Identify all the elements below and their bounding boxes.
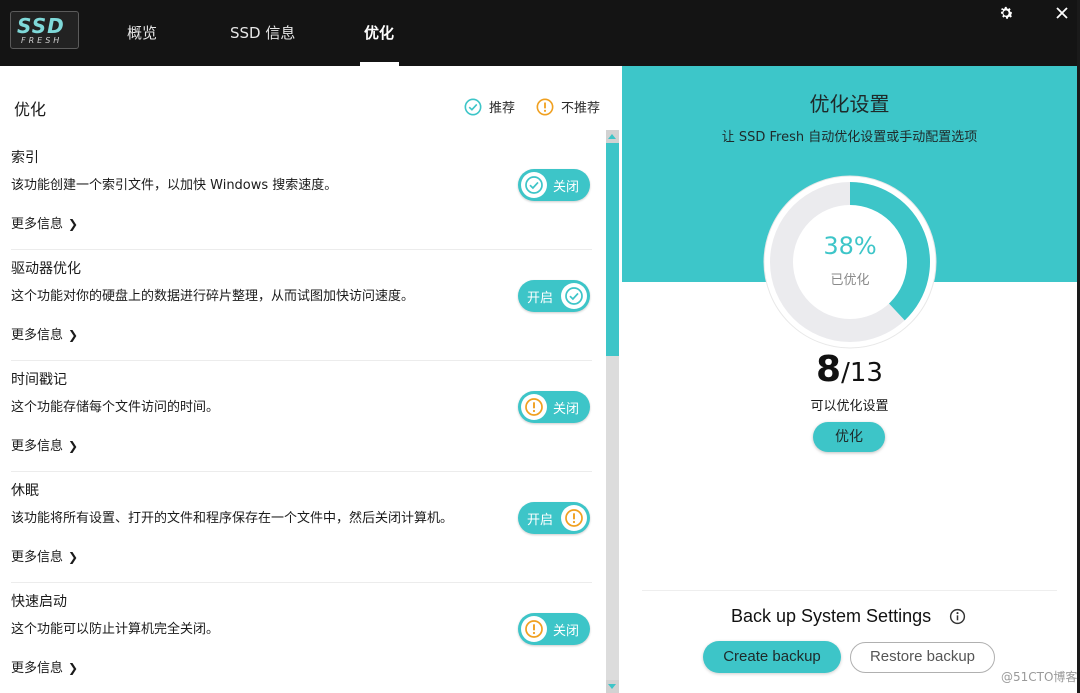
restore-backup-button[interactable]: Restore backup	[850, 642, 995, 673]
scroll-down-arrow-icon[interactable]	[606, 680, 619, 693]
toggle-switch[interactable]: 关闭	[518, 169, 590, 201]
optimized-count: 8/13	[816, 349, 883, 390]
legend-recommended: 推荐	[464, 97, 515, 116]
warning-circle-icon	[525, 398, 543, 416]
app-logo: SSD FRESH	[10, 11, 79, 49]
item-title: 索引	[11, 150, 39, 166]
create-backup-button[interactable]: Create backup	[703, 641, 841, 673]
toggle-switch[interactable]: 关闭	[518, 613, 590, 645]
toggle-switch[interactable]: 关闭	[518, 391, 590, 423]
toggle-label: 关闭	[553, 402, 580, 417]
divider	[642, 590, 1057, 591]
info-icon[interactable]	[949, 608, 966, 625]
check-circle-icon	[525, 176, 543, 194]
toggle-label: 开启	[527, 291, 554, 306]
toggle-label: 开启	[527, 513, 554, 528]
scrollbar[interactable]	[606, 130, 619, 693]
percent-optimized: 38%	[823, 232, 877, 260]
progress-gauge: 38% 已优化	[760, 172, 940, 352]
chevron-right-icon: ❯	[68, 439, 79, 453]
tab-optimize[interactable]: 优化	[364, 22, 394, 43]
panel-title: 优化设置	[809, 92, 890, 116]
more-info-link[interactable]: 更多信息 ❯	[11, 546, 78, 565]
chevron-right-icon: ❯	[68, 217, 79, 231]
item-title: 快速启动	[11, 594, 67, 610]
list-item: 时间戳记 这个功能存储每个文件访问的时间。 关闭 更多信息 ❯	[0, 361, 592, 472]
optimization-list-panel: 优化 推荐 不推荐 索引 该功能创建一个索引文件，以加快 Windows 搜索速…	[0, 66, 620, 693]
tab-ssd-info[interactable]: SSD 信息	[230, 22, 295, 43]
item-description: 该功能将所有设置、打开的文件和程序保存在一个文件中，然后关闭计算机。	[11, 511, 454, 526]
tab-overview[interactable]: 概览	[127, 22, 157, 43]
section-title: 优化	[14, 100, 47, 119]
count-label: 可以优化设置	[810, 399, 889, 414]
watermark: @51CTO博客	[1001, 670, 1078, 684]
top-bar: SSD FRESH 概览 SSD 信息 优化	[0, 0, 1080, 66]
list-item: 休眠 该功能将所有设置、打开的文件和程序保存在一个文件中，然后关闭计算机。 开启…	[0, 472, 592, 583]
warning-circle-icon	[536, 98, 554, 115]
toggle-switch[interactable]: 开启	[518, 502, 590, 534]
close-icon[interactable]	[1053, 4, 1071, 22]
optimize-button[interactable]: 优化	[813, 422, 885, 452]
item-description: 这个功能存储每个文件访问的时间。	[11, 400, 220, 415]
more-info-link[interactable]: 更多信息 ❯	[11, 657, 78, 676]
item-description: 该功能创建一个索引文件，以加快 Windows 搜索速度。	[11, 178, 338, 193]
backup-title: Back up System Settings	[731, 606, 932, 626]
warning-circle-icon	[565, 509, 583, 527]
toggle-switch[interactable]: 开启	[518, 280, 590, 312]
more-info-link[interactable]: 更多信息 ❯	[11, 435, 78, 454]
more-info-link[interactable]: 更多信息 ❯	[11, 213, 78, 232]
item-description: 这个功能可以防止计算机完全关闭。	[11, 622, 220, 637]
panel-subtitle: 让 SSD Fresh 自动优化设置或手动配置选项	[721, 130, 978, 145]
legend-not-recommended: 不推荐	[536, 97, 600, 116]
list-item: 驱动器优化 这个功能对你的硬盘上的数据进行碎片整理，从而试图加快访问速度。 开启…	[0, 250, 592, 361]
list-item: 索引 该功能创建一个索引文件，以加快 Windows 搜索速度。 关闭 更多信息…	[0, 139, 592, 250]
more-info-link[interactable]: 更多信息 ❯	[11, 324, 78, 343]
check-circle-icon	[464, 98, 482, 115]
chevron-right-icon: ❯	[68, 661, 79, 675]
check-circle-icon	[565, 287, 583, 305]
optimization-summary-panel: 优化设置 让 SSD Fresh 自动优化设置或手动配置选项 38% 已优化 8…	[622, 66, 1077, 693]
percent-label: 已优化	[830, 273, 870, 288]
warning-circle-icon	[525, 620, 543, 638]
list-item: 快速启动 这个功能可以防止计算机完全关闭。 关闭 更多信息 ❯	[0, 583, 592, 693]
toggle-label: 关闭	[553, 624, 580, 639]
item-title: 时间戳记	[11, 372, 67, 388]
gear-icon[interactable]	[997, 4, 1015, 22]
chevron-right-icon: ❯	[68, 550, 79, 564]
toggle-label: 关闭	[553, 180, 580, 195]
item-title: 休眠	[11, 483, 39, 499]
scrollbar-thumb[interactable]	[606, 143, 619, 356]
item-title: 驱动器优化	[11, 261, 81, 277]
scroll-up-arrow-icon[interactable]	[606, 130, 619, 143]
item-description: 这个功能对你的硬盘上的数据进行碎片整理，从而试图加快访问速度。	[11, 289, 415, 304]
chevron-right-icon: ❯	[68, 328, 79, 342]
